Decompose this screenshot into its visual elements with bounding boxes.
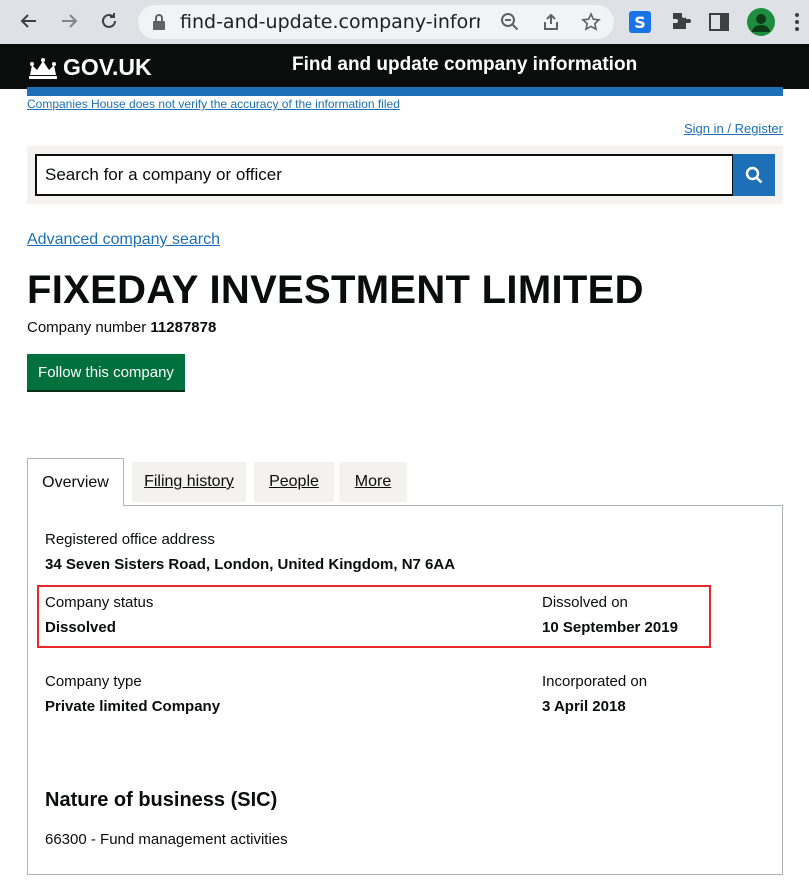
back-button[interactable] <box>12 4 46 38</box>
side-panel-icon[interactable] <box>707 10 731 34</box>
puzzle-icon[interactable] <box>669 10 693 34</box>
company-number-label: Company number <box>27 319 147 336</box>
lock-icon <box>153 14 165 30</box>
arrow-left-icon <box>20 14 36 28</box>
incorporated-on-label: Incorporated on <box>542 673 648 690</box>
address-bar[interactable]: find-and-update.company-informa... <box>138 5 614 39</box>
menu-dots-icon[interactable] <box>785 10 809 34</box>
company-type-label: Company type <box>45 673 142 690</box>
search-button[interactable] <box>733 154 775 196</box>
incorporated-on-value: 3 April 2018 <box>542 698 626 715</box>
header-blue-bar <box>27 87 783 96</box>
sic-item: 66300 - Fund management activities <box>45 831 288 848</box>
tab-filing-history[interactable]: Filing history <box>132 462 246 502</box>
logo-text: GOV.UK <box>63 54 152 80</box>
registered-office-value: 34 Seven Sisters Road, London, United Ki… <box>45 556 456 573</box>
registered-office-label: Registered office address <box>45 531 215 548</box>
browser-toolbar: find-and-update.company-informa... S <box>0 0 809 44</box>
service-name[interactable]: Find and update company information <box>292 54 637 76</box>
govuk-logo[interactable]: GOV.UK <box>27 54 152 81</box>
tab-filing-history-label: Filing history <box>144 473 234 490</box>
tab-overview-label: Overview <box>42 473 109 491</box>
share-icon[interactable] <box>541 12 561 32</box>
company-status-value: Dissolved <box>45 619 116 636</box>
company-number-value: 11287878 <box>150 319 217 336</box>
company-status-label: Company status <box>45 594 154 611</box>
disclaimer-link[interactable]: Companies House does not verify the accu… <box>27 97 400 111</box>
tab-people-label: People <box>269 473 319 490</box>
search-icon <box>745 166 763 184</box>
forward-button[interactable] <box>52 4 86 38</box>
profile-avatar-icon[interactable] <box>747 8 775 36</box>
url-text: find-and-update.company-informa... <box>180 11 480 33</box>
search-container: Search for a company or officer <box>27 146 783 204</box>
dissolved-on-label: Dissolved on <box>542 594 628 611</box>
advanced-search-link[interactable]: Advanced company search <box>27 231 220 249</box>
extension-s-icon[interactable]: S <box>628 10 652 34</box>
crown-icon <box>29 57 57 79</box>
reload-button[interactable] <box>92 4 126 38</box>
tab-more[interactable]: More <box>339 462 407 502</box>
reload-icon <box>102 13 116 28</box>
govuk-header: GOV.UK Find and update company informati… <box>0 44 809 89</box>
tab-more-label: More <box>354 473 392 490</box>
company-number: Company number 11287878 <box>27 319 216 336</box>
star-icon[interactable] <box>581 12 601 32</box>
svg-text:S: S <box>634 13 646 32</box>
dissolved-on-value: 10 September 2019 <box>542 619 678 636</box>
zoom-icon[interactable] <box>500 12 520 32</box>
company-type-value: Private limited Company <box>45 698 221 715</box>
tab-overview[interactable]: Overview <box>27 458 124 506</box>
sic-heading: Nature of business (SIC) <box>45 789 278 811</box>
company-name: FIXEDAY INVESTMENT LIMITED <box>27 268 644 312</box>
tab-people[interactable]: People <box>254 462 334 502</box>
arrow-right-icon <box>62 14 78 28</box>
sign-in-link[interactable]: Sign in / Register <box>684 121 783 136</box>
follow-company-button[interactable]: Follow this company <box>27 354 185 390</box>
search-input[interactable]: Search for a company or officer <box>35 154 734 196</box>
